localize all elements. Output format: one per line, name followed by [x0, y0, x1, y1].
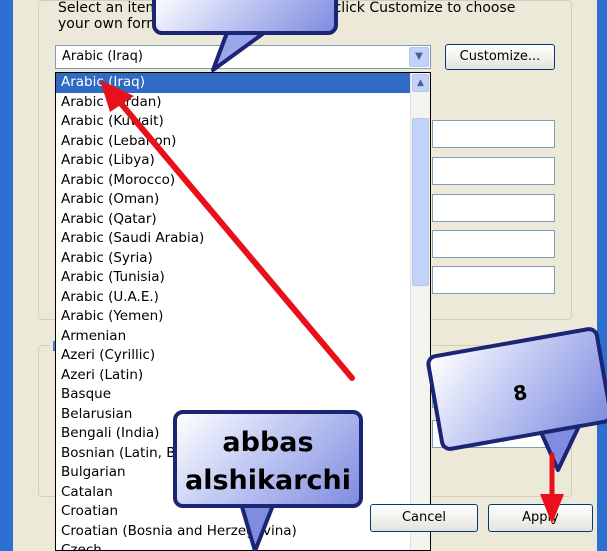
red-arrow-apply-head — [540, 494, 564, 524]
callout-top — [152, 0, 338, 35]
author-name-line-1: abbas — [222, 427, 314, 458]
callout-author: abbas alshikarchi — [173, 410, 363, 508]
red-arrow-shaft — [115, 97, 355, 381]
callout-top-pointer — [211, 28, 270, 72]
red-arrow-head — [100, 80, 134, 112]
author-name-line-2: alshikarchi — [185, 465, 351, 496]
